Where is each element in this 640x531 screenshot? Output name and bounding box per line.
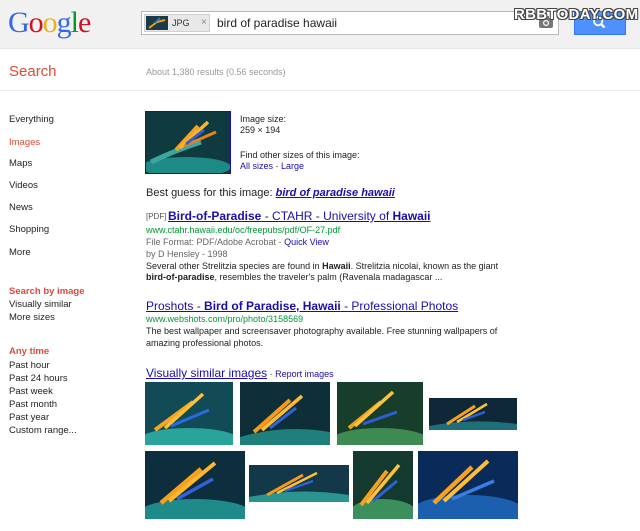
watermark: RBBTODAY.COM [514,6,639,23]
snippet-part: Several other Strelitzia species are fou… [146,261,323,271]
similar-image-8[interactable] [418,451,518,519]
separator: - [273,161,282,171]
sidebar-item-visually-similar[interactable]: Visually similar [9,299,72,310]
top-bar: Google JPG × bird of paradise hawaii RBB… [0,0,640,49]
similar-image-3[interactable] [337,382,423,445]
snippet-part: , resembles the traveler's palm (Ravenal… [214,272,443,282]
sidebar-item-images[interactable]: Images [9,137,40,148]
best-guess-link[interactable]: bird of paradise hawaii [276,187,395,199]
title-part: - Professional Photos [340,299,459,313]
divider [0,90,640,91]
snippet-part: Hawaii [322,261,351,271]
similar-image-6[interactable] [249,465,349,502]
logo-letter: o [28,6,44,39]
time-filter-heading: Any time [9,346,50,357]
query-image[interactable] [145,111,231,174]
search-box[interactable]: JPG × bird of paradise hawaii [141,11,559,35]
time-filter-past-24-hours[interactable]: Past 24 hours [9,373,68,384]
sidebar-item-shopping[interactable]: Shopping [9,224,49,235]
other-sizes-label: Find other sizes of this image: [240,150,360,160]
snippet-part: . Strelitzia nicolai, known as the giant [350,261,499,271]
logo-letter: e [78,6,91,39]
similar-images-link[interactable]: Visually similar images [146,366,267,380]
chip-close-icon[interactable]: × [201,17,207,28]
sidebar-item-maps[interactable]: Maps [9,158,32,169]
time-filter-custom-range[interactable]: Custom range... [9,425,77,436]
sidebar-item-videos[interactable]: Videos [9,180,38,191]
search-by-image-heading: Search by image [9,286,85,297]
report-images-link[interactable]: Report images [275,369,334,379]
title-part: - CTAHR - University of [261,209,393,223]
google-logo[interactable]: Google [8,6,91,40]
result-title-2[interactable]: Proshots - Bird of Paradise, Hawaii - Pr… [146,299,458,313]
similar-image-5[interactable] [145,451,245,519]
result-url-2: www.webshots.com/pro/photo/3158569 [146,314,304,324]
title-part: Hawaii [392,209,431,223]
similar-image-2[interactable] [240,382,330,445]
result-snippet-2-line-2: amazing professional photos. [146,338,264,348]
similar-image-4[interactable] [429,398,517,430]
chip-label: JPG [172,18,190,28]
result-snippet-2-line-1: The best wallpaper and screensaver photo… [146,326,498,336]
best-guess: Best guess for this image: bird of parad… [146,187,395,199]
chip-thumbnail [146,16,168,30]
result-author-1: by D Hensley - 1998 [146,249,228,259]
similar-image-7[interactable] [353,451,413,519]
result-title-1[interactable]: Bird-of-Paradise - CTAHR - University of… [168,209,431,223]
logo-letter: o [42,6,58,39]
title-part: Bird of Paradise, Hawaii [204,299,341,313]
logo-letter: g [56,6,72,39]
size-links: All sizes - Large [240,161,304,171]
sidebar-item-more-sizes[interactable]: More sizes [9,312,55,323]
logo-letter: G [8,6,30,39]
logo-letter: l [70,6,79,39]
result-snippet-1-line-1: Several other Strelitzia species are fou… [146,261,498,271]
time-filter-past-week[interactable]: Past week [9,386,53,397]
separator: - [267,369,276,379]
result-snippet-1-line-2: bird-of-paradise, resembles the traveler… [146,272,442,282]
all-sizes-link[interactable]: All sizes [240,161,273,171]
image-query-chip[interactable]: JPG × [144,14,210,32]
file-type-tag: [PDF] [146,212,167,221]
time-filter-past-year[interactable]: Past year [9,412,49,423]
image-size-value: 259 × 194 [240,125,281,135]
result-url-1: www.ctahr.hawaii.edu/oc/freepubs/pdf/OF-… [146,225,341,235]
page-title: Search [9,63,57,80]
similar-images-header: Visually similar images - Report images [146,366,334,380]
result-stats: About 1,380 results (0.56 seconds) [146,67,286,77]
search-query[interactable]: bird of paradise hawaii [217,16,337,30]
file-format-label: File Format: PDF/Adobe Acrobat - [146,237,285,247]
similar-image-1[interactable] [145,382,233,445]
time-filter-past-month[interactable]: Past month [9,399,57,410]
title-part: Proshots - [146,299,205,313]
title-part: Bird-of-Paradise [168,209,262,223]
snippet-part: bird-of-paradise [146,272,215,282]
sidebar-item-more[interactable]: More [9,247,31,258]
time-filter-past-hour[interactable]: Past hour [9,360,50,371]
file-format-1: File Format: PDF/Adobe Acrobat - Quick V… [146,237,329,247]
large-size-link[interactable]: Large [281,161,304,171]
quick-view-link[interactable]: Quick View [284,237,329,247]
sidebar-item-everything[interactable]: Everything [9,114,54,125]
best-guess-label: Best guess for this image: [146,187,276,199]
sidebar-item-news[interactable]: News [9,202,33,213]
image-size-label: Image size: [240,114,287,124]
